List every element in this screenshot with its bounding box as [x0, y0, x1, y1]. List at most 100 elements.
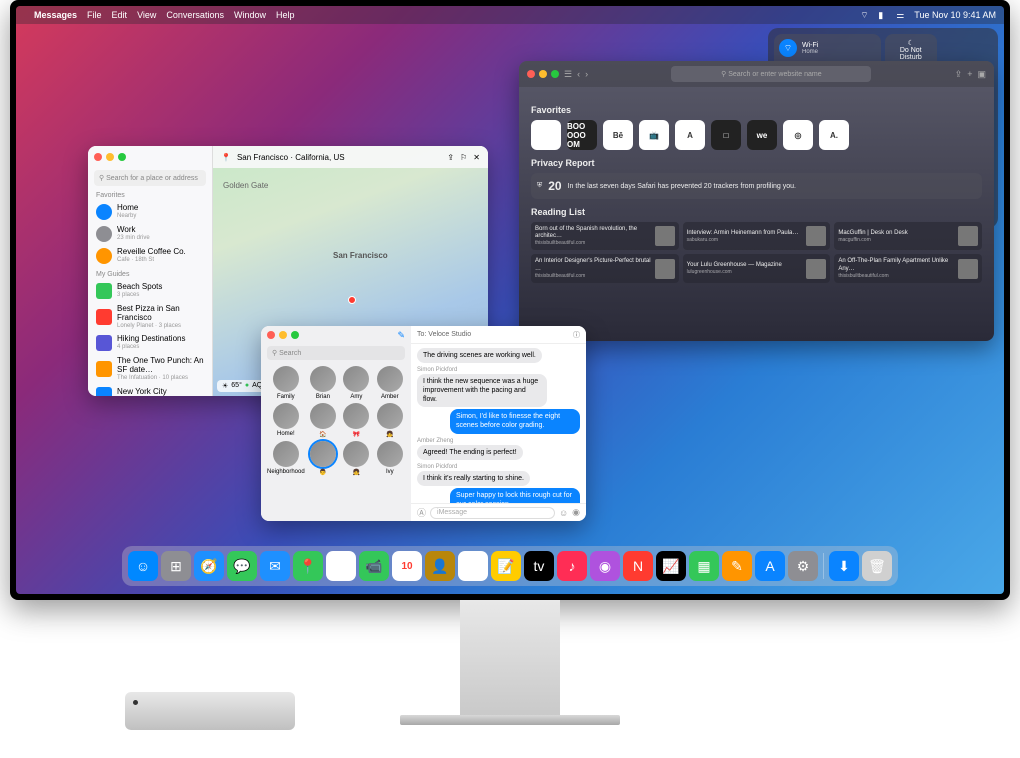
favorite-site[interactable]: BOO OOO OM: [567, 120, 597, 150]
conversation-item[interactable]: 👨: [308, 441, 338, 476]
cc-wifi[interactable]: ⌔ Wi-FiHome: [779, 39, 876, 57]
reading-list-item[interactable]: Interview: Armin Heinemann from Paula…sa…: [683, 222, 831, 250]
dock-mail[interactable]: ✉: [260, 551, 290, 581]
maps-share-icon[interactable]: ⇪: [447, 153, 454, 162]
list-item[interactable]: Hiking Destinations4 places: [88, 332, 212, 354]
favorite-site[interactable]: ◎: [783, 120, 813, 150]
menu-conversations[interactable]: Conversations: [166, 10, 224, 20]
dock-notes[interactable]: 📝: [491, 551, 521, 581]
compose-icon[interactable]: ✎: [397, 330, 405, 341]
battery-icon[interactable]: ▮: [878, 10, 888, 20]
favorite-site[interactable]: A.: [819, 120, 849, 150]
wifi-toggle-icon[interactable]: ⌔: [779, 39, 797, 57]
control-center-icon[interactable]: ⚌: [896, 10, 906, 20]
conversation-item[interactable]: Family: [267, 366, 305, 400]
app-menu[interactable]: Messages: [34, 10, 77, 20]
dock-numbers[interactable]: ▦: [689, 551, 719, 581]
favorite-site[interactable]: [531, 120, 561, 150]
conversation-item[interactable]: Home!: [267, 403, 305, 438]
dock-music[interactable]: ♪: [557, 551, 587, 581]
minimize-button[interactable]: [279, 331, 287, 339]
to-value[interactable]: Veloce Studio: [428, 331, 471, 338]
details-icon[interactable]: ⓘ: [573, 330, 580, 340]
sidebar-icon[interactable]: ☰: [564, 69, 572, 80]
maps-search-input[interactable]: ⚲ Search for a place or address: [94, 170, 206, 186]
list-item[interactable]: New York City2 places: [88, 384, 212, 396]
dock-calendar[interactable]: 10: [392, 551, 422, 581]
dock-trash[interactable]: 🗑: [862, 551, 892, 581]
favorite-site[interactable]: 📺: [639, 120, 669, 150]
dock-stocks[interactable]: 📈: [656, 551, 686, 581]
close-button[interactable]: [94, 153, 102, 161]
conversation-item[interactable]: Ivy: [375, 441, 405, 476]
new-tab-icon[interactable]: +: [967, 69, 972, 79]
dock-appstore[interactable]: A: [755, 551, 785, 581]
dock-pages[interactable]: ✎: [722, 551, 752, 581]
maps-bookmark-icon[interactable]: ⚐: [460, 153, 467, 162]
conversation-item[interactable]: Amber: [375, 366, 405, 400]
forward-icon[interactable]: ›: [585, 69, 588, 79]
favorite-site[interactable]: A: [675, 120, 705, 150]
list-item[interactable]: Best Pizza in San FranciscoLonely Planet…: [88, 302, 212, 332]
maps-close-icon[interactable]: ✕: [473, 153, 480, 162]
menu-help[interactable]: Help: [276, 10, 295, 20]
list-item[interactable]: HomeNearby: [88, 201, 212, 223]
address-bar[interactable]: ⚲ Search or enter website name: [671, 66, 871, 82]
dock-downloads[interactable]: ⬇: [829, 551, 859, 581]
reading-list-item[interactable]: Born out of the Spanish revolution, the …: [531, 222, 679, 250]
dock-finder[interactable]: ☺: [128, 551, 158, 581]
minimize-button[interactable]: [106, 153, 114, 161]
menu-edit[interactable]: Edit: [112, 10, 128, 20]
dock-photos[interactable]: ✿: [326, 551, 356, 581]
list-item[interactable]: Beach Spots3 places: [88, 280, 212, 302]
close-button[interactable]: [527, 70, 535, 78]
conversation-item[interactable]: 🏠: [308, 403, 338, 438]
map-pin[interactable]: [348, 296, 356, 304]
favorite-site[interactable]: □: [711, 120, 741, 150]
reading-list-item[interactable]: Your Lulu Greenhouse — Magazinelulugreen…: [683, 254, 831, 282]
menu-view[interactable]: View: [137, 10, 156, 20]
reading-list-item[interactable]: MacGuffin | Desk on Deskmacguffin.com: [834, 222, 982, 250]
list-item[interactable]: The One Two Punch: An SF date…The Infatu…: [88, 354, 212, 384]
conversation-item[interactable]: 👧: [375, 403, 405, 438]
conversation-item[interactable]: 👧: [341, 441, 371, 476]
conversation-item[interactable]: Brian: [308, 366, 338, 400]
dock-contacts[interactable]: 👤: [425, 551, 455, 581]
list-item[interactable]: Reveille Coffee Co.Cafe · 18th St: [88, 245, 212, 267]
reading-list-item[interactable]: An Interior Designer's Picture-Perfect b…: [531, 254, 679, 282]
message-input[interactable]: iMessage: [430, 507, 555, 519]
dock-facetime[interactable]: 📹: [359, 551, 389, 581]
menu-file[interactable]: File: [87, 10, 102, 20]
clock[interactable]: Tue Nov 10 9:41 AM: [914, 10, 996, 20]
list-item[interactable]: Work23 min drive: [88, 223, 212, 245]
dock-reminders[interactable]: ☰: [458, 551, 488, 581]
favorite-site[interactable]: Bē: [603, 120, 633, 150]
conversation-item[interactable]: Amy: [341, 366, 371, 400]
back-icon[interactable]: ‹: [577, 69, 580, 79]
minimize-button[interactable]: [539, 70, 547, 78]
voice-icon[interactable]: ◉: [572, 507, 580, 518]
zoom-button[interactable]: [551, 70, 559, 78]
dock-maps[interactable]: 📍: [293, 551, 323, 581]
apps-icon[interactable]: Ⓐ: [417, 506, 426, 519]
messages-search-input[interactable]: ⚲ Search: [267, 346, 405, 360]
zoom-button[interactable]: [291, 331, 299, 339]
zoom-button[interactable]: [118, 153, 126, 161]
tabs-icon[interactable]: ▣: [977, 69, 986, 80]
dock-tv[interactable]: tv: [524, 551, 554, 581]
conversation-item[interactable]: 🎀: [341, 403, 371, 438]
menu-window[interactable]: Window: [234, 10, 266, 20]
emoji-icon[interactable]: ☺: [559, 508, 568, 518]
share-icon[interactable]: ⇪: [955, 69, 963, 80]
dock-launchpad[interactable]: ⊞: [161, 551, 191, 581]
dock-preferences[interactable]: ⚙: [788, 551, 818, 581]
dock-safari[interactable]: 🧭: [194, 551, 224, 581]
privacy-report[interactable]: ⛨ 20 In the last seven days Safari has p…: [531, 173, 982, 199]
close-button[interactable]: [267, 331, 275, 339]
conversation-item[interactable]: Neighborhood: [267, 441, 305, 476]
dock-messages[interactable]: 💬: [227, 551, 257, 581]
dock-news[interactable]: N: [623, 551, 653, 581]
wifi-icon[interactable]: ⌔: [860, 10, 870, 20]
reading-list-item[interactable]: An Off-The-Plan Family Apartment Unlike …: [834, 254, 982, 282]
dock-podcasts[interactable]: ◉: [590, 551, 620, 581]
